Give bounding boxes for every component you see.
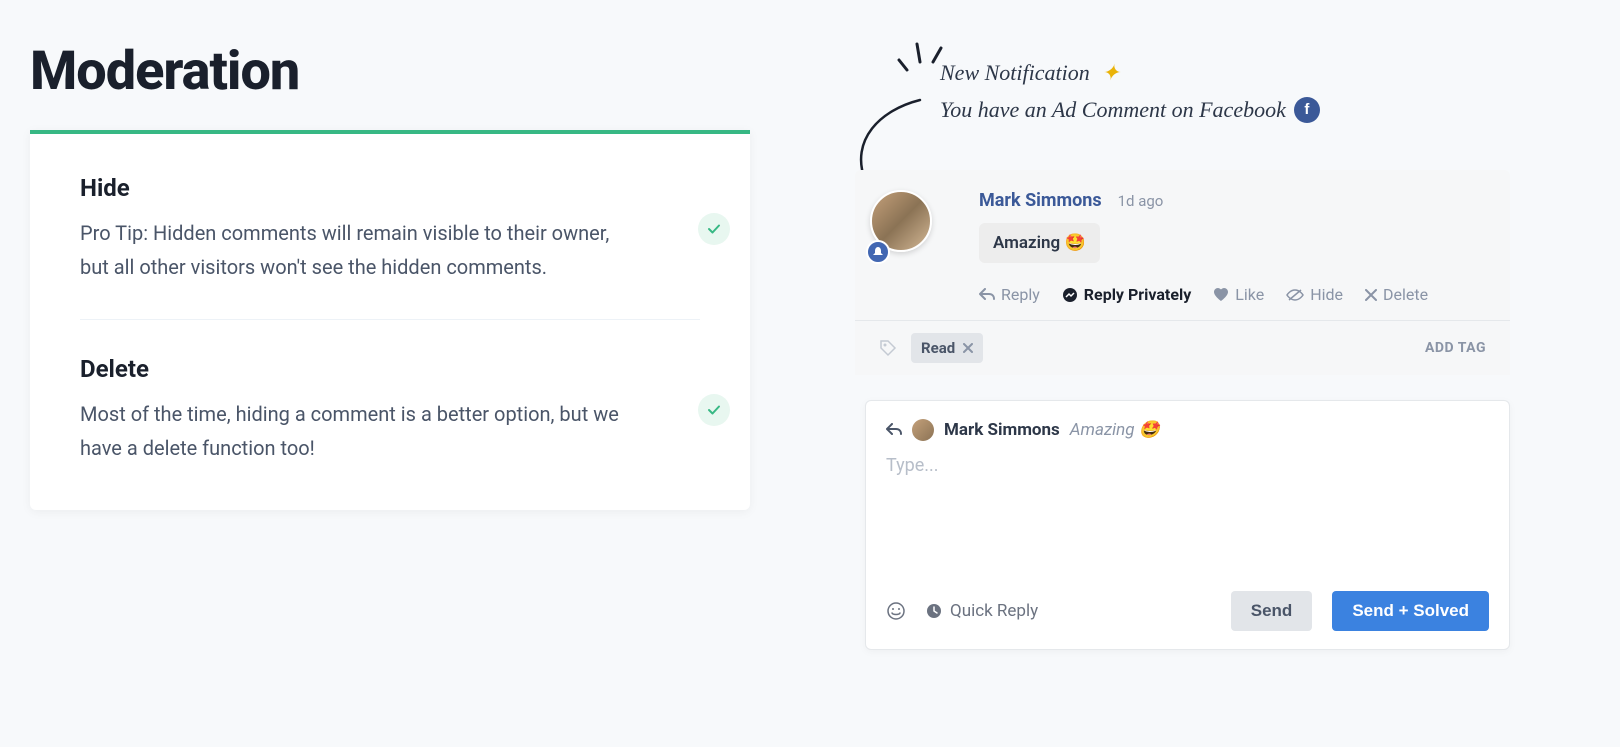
- action-label: Reply Privately: [1084, 285, 1191, 304]
- reply-ref-quote: Amazing 🤩: [1070, 420, 1160, 440]
- quick-reply-button[interactable]: Quick Reply: [926, 601, 1038, 621]
- comment-timestamp: 1d ago: [1118, 192, 1164, 210]
- reply-input[interactable]: [886, 455, 1489, 581]
- moderation-card: Hide Pro Tip: Hidden comments will remai…: [30, 130, 750, 510]
- annotation-ad-comment: You have an Ad Comment on Facebook f: [940, 92, 1320, 127]
- action-label: Delete: [1383, 285, 1428, 304]
- send-button[interactable]: Send: [1231, 591, 1313, 631]
- notification-badge-icon: [866, 240, 890, 264]
- hide-icon: [1286, 288, 1304, 302]
- reply-icon: [886, 423, 902, 437]
- action-label: Like: [1235, 285, 1264, 304]
- check-icon: [698, 213, 730, 245]
- reply-footer: Quick Reply Send Send + Solved: [886, 591, 1489, 631]
- sparkle-icon: ✦: [1101, 60, 1119, 85]
- reply-ref-name: Mark Simmons: [944, 420, 1060, 440]
- tag-label: Read: [921, 339, 955, 357]
- feature-hide-title: Hide: [80, 174, 640, 202]
- page-title: Moderation: [30, 40, 299, 103]
- tag-icon: [879, 339, 897, 357]
- action-label: Reply: [1001, 285, 1040, 304]
- feature-hide-body: Pro Tip: Hidden comments will remain vis…: [80, 216, 640, 284]
- tag-chip-read[interactable]: Read: [911, 333, 983, 363]
- annotation-text: You have an Ad Comment on Facebook: [940, 92, 1286, 127]
- quick-reply-label: Quick Reply: [950, 601, 1038, 621]
- check-icon: [698, 394, 730, 426]
- action-label: Hide: [1310, 285, 1343, 304]
- reply-icon: [979, 288, 995, 302]
- feature-hide: Hide Pro Tip: Hidden comments will remai…: [80, 174, 700, 284]
- comment-text: Amazing 🤩: [979, 223, 1100, 263]
- close-icon: [1365, 289, 1377, 301]
- feature-delete-body: Most of the time, hiding a comment is a …: [80, 397, 640, 465]
- comment-author[interactable]: Mark Simmons: [979, 190, 1102, 211]
- emoji-icon[interactable]: [886, 601, 906, 621]
- send-solved-button[interactable]: Send + Solved: [1332, 591, 1489, 631]
- add-tag-button[interactable]: ADD TAG: [1425, 340, 1486, 356]
- messenger-icon: [1062, 287, 1078, 303]
- divider: [80, 319, 700, 320]
- avatar: [912, 419, 934, 441]
- comment-actions: Reply Reply Privately Like Hide Delete: [979, 285, 1486, 304]
- reply-composer: Mark Simmons Amazing 🤩 Quick Reply Send …: [865, 400, 1510, 650]
- comment-card: Mark Simmons 1d ago Amazing 🤩 Reply Repl…: [855, 170, 1510, 375]
- annotation-new-notification: New Notification ✦: [940, 55, 1120, 90]
- sparkle-lines-icon: [895, 30, 945, 80]
- reply-action[interactable]: Reply: [979, 285, 1040, 304]
- hide-action[interactable]: Hide: [1286, 285, 1343, 304]
- heart-icon: [1213, 288, 1229, 302]
- close-icon[interactable]: [963, 343, 973, 353]
- feature-delete-title: Delete: [80, 355, 640, 383]
- reply-reference: Mark Simmons Amazing 🤩: [886, 419, 1489, 441]
- facebook-icon: f: [1294, 97, 1320, 123]
- delete-action[interactable]: Delete: [1365, 285, 1428, 304]
- clock-icon: [926, 603, 942, 619]
- reply-privately-action[interactable]: Reply Privately: [1062, 285, 1191, 304]
- annotation-text: New Notification: [940, 60, 1090, 85]
- feature-delete: Delete Most of the time, hiding a commen…: [80, 355, 700, 465]
- like-action[interactable]: Like: [1213, 285, 1264, 304]
- tag-row: Read ADD TAG: [855, 320, 1510, 375]
